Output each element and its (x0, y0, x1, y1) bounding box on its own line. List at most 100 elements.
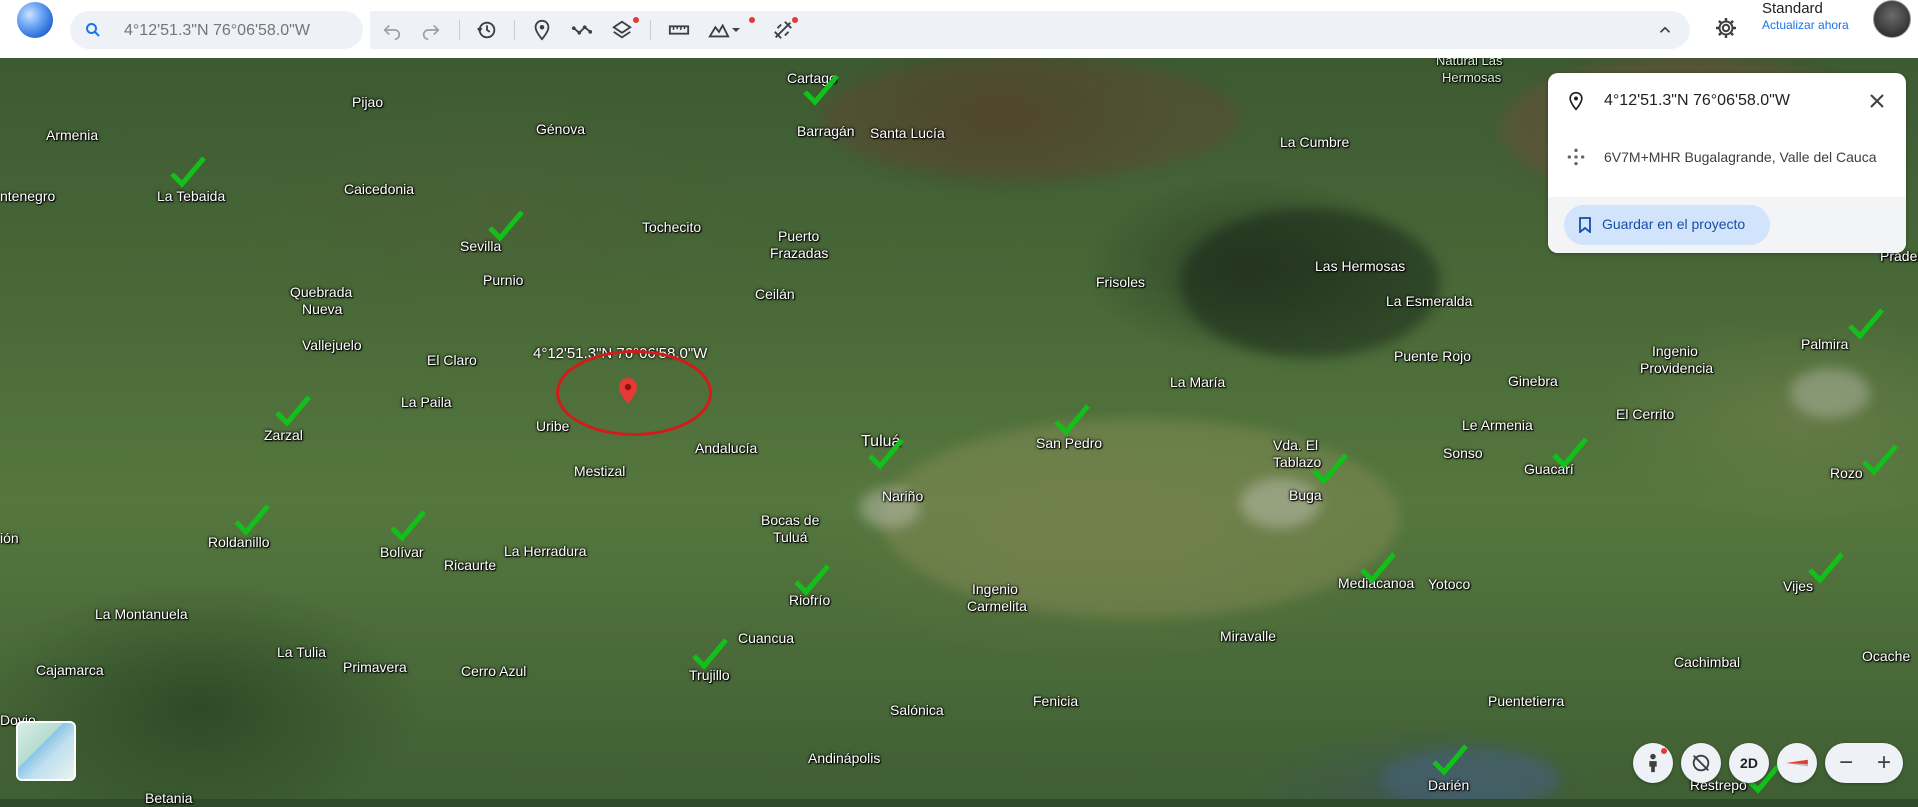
top-toolbar: Standard Actualizar ahora (0, 0, 1918, 58)
place-label: Mestizal (574, 463, 626, 479)
place-label: ión (0, 530, 19, 546)
place-label: La Montanuela (95, 606, 188, 622)
undo-button[interactable] (373, 11, 411, 49)
location-info-panel: 4°12'51.3"N 76°06'58.0"W 6V7M+MHR Bugala… (1548, 73, 1906, 253)
place-label: Nueva (302, 301, 343, 317)
zoom-in-button[interactable]: + (1877, 749, 1891, 777)
add-placemark-button[interactable] (523, 11, 561, 49)
check-mark-icon (234, 504, 270, 536)
check-mark-icon (803, 74, 839, 106)
place-label: Salónica (890, 702, 944, 718)
street-view-button[interactable] (1633, 743, 1673, 783)
ruler-icon (668, 25, 690, 35)
place-label: Caicedonia (344, 181, 415, 197)
check-mark-icon (1862, 444, 1898, 476)
toolbar-divider (459, 20, 460, 40)
place-label: Frazadas (770, 245, 829, 261)
check-mark-icon (1054, 404, 1090, 436)
collapse-toolbar-button[interactable] (1646, 11, 1684, 49)
place-label: Bolívar (380, 544, 424, 560)
update-link[interactable]: Actualizar ahora (1762, 18, 1849, 32)
compass-button[interactable] (1777, 743, 1817, 783)
place-label: Tuluá (773, 529, 808, 545)
place-label: Purnio (483, 272, 524, 288)
town-area (1790, 368, 1870, 418)
place-label: Yotoco (1428, 576, 1471, 592)
bookmark-icon (1579, 217, 1591, 233)
history-icon (477, 21, 496, 39)
panel-title: 4°12'51.3"N 76°06'58.0"W (1604, 92, 1790, 109)
view-mode-button[interactable]: 2D (1729, 743, 1769, 783)
measure-button[interactable] (660, 11, 698, 49)
notification-dot (633, 17, 639, 23)
place-label: Palmira (1801, 336, 1849, 352)
map-style-label: Standard (1762, 0, 1823, 17)
check-mark-icon (1848, 308, 1884, 340)
place-label: Tochecito (642, 219, 702, 235)
place-label: Andinápolis (808, 750, 881, 766)
place-label: Andalucía (695, 440, 758, 456)
map-pin-icon[interactable] (619, 378, 637, 404)
place-label: Primavera (343, 659, 407, 675)
search-box[interactable] (70, 11, 363, 49)
compass-icon (1786, 759, 1808, 767)
redo-icon (422, 24, 440, 40)
map-layer-thumbnail[interactable] (16, 721, 76, 781)
place-label: ntenegro (0, 188, 56, 204)
close-icon[interactable] (1865, 89, 1889, 113)
place-label: Zarzal (264, 427, 303, 443)
place-label: Génova (536, 121, 586, 137)
place-label: La Tebaida (157, 188, 226, 204)
place-label: Barragán (797, 123, 855, 139)
pegman-icon (1649, 753, 1657, 773)
place-label: Le Armenia (1462, 417, 1533, 433)
place-label: La Tulia (277, 644, 327, 660)
place-label: Rozo (1830, 465, 1863, 481)
place-label: La Herradura (504, 543, 587, 559)
place-label: Carmelita (967, 598, 1027, 614)
notification-dot (749, 17, 755, 23)
save-to-project-label: Guardar en el proyecto (1602, 216, 1746, 232)
dropdown-caret-icon (732, 28, 740, 32)
place-label: Pijao (352, 94, 384, 110)
place-label: Ocache (1862, 648, 1911, 664)
place-label: La Cumbre (1280, 134, 1350, 150)
reset-tilt-button[interactable] (1681, 743, 1721, 783)
place-label: Armenia (46, 127, 99, 143)
reservoir (1380, 748, 1560, 799)
check-mark-icon (1312, 453, 1348, 485)
search-icon[interactable] (84, 21, 102, 39)
settings-button[interactable] (1710, 12, 1742, 44)
place-label: La Paila (401, 394, 452, 410)
place-label: Bocas de (761, 512, 820, 528)
avatar[interactable] (1873, 0, 1911, 38)
check-mark-icon (275, 395, 311, 427)
terrain-dropdown[interactable] (725, 11, 747, 49)
check-mark-icon (1808, 552, 1844, 584)
undo-icon (383, 24, 401, 40)
redo-button[interactable] (412, 11, 450, 49)
check-mark-icon (390, 510, 426, 542)
plus-code-text[interactable]: 6V7M+MHR Bugalagrande, Valle del Cauca (1604, 149, 1877, 165)
place-label: Ceilán (755, 286, 795, 302)
layers-icon (612, 20, 632, 39)
check-mark-icon (1360, 552, 1396, 584)
check-mark-icon (1432, 744, 1468, 776)
search-input[interactable] (122, 17, 356, 45)
place-label: Fenicia (1033, 693, 1079, 709)
place-label: Vallejuelo (302, 337, 362, 353)
history-button[interactable] (468, 11, 506, 49)
path-icon (571, 25, 593, 35)
place-label: Cachimbal (1674, 654, 1741, 670)
save-to-project-button[interactable]: Guardar en el proyecto (1564, 205, 1770, 245)
valley-fields (880, 418, 1400, 618)
place-label: Ricaurte (444, 557, 497, 573)
zoom-out-button[interactable]: − (1839, 749, 1853, 777)
gear-icon (1716, 18, 1736, 38)
draw-path-button[interactable] (563, 11, 601, 49)
app-logo[interactable] (17, 2, 53, 38)
place-label: Sonso (1443, 445, 1483, 461)
place-label: Ingenio (1652, 343, 1698, 359)
place-label: Miravalle (1220, 628, 1277, 644)
check-mark-icon (868, 438, 904, 470)
